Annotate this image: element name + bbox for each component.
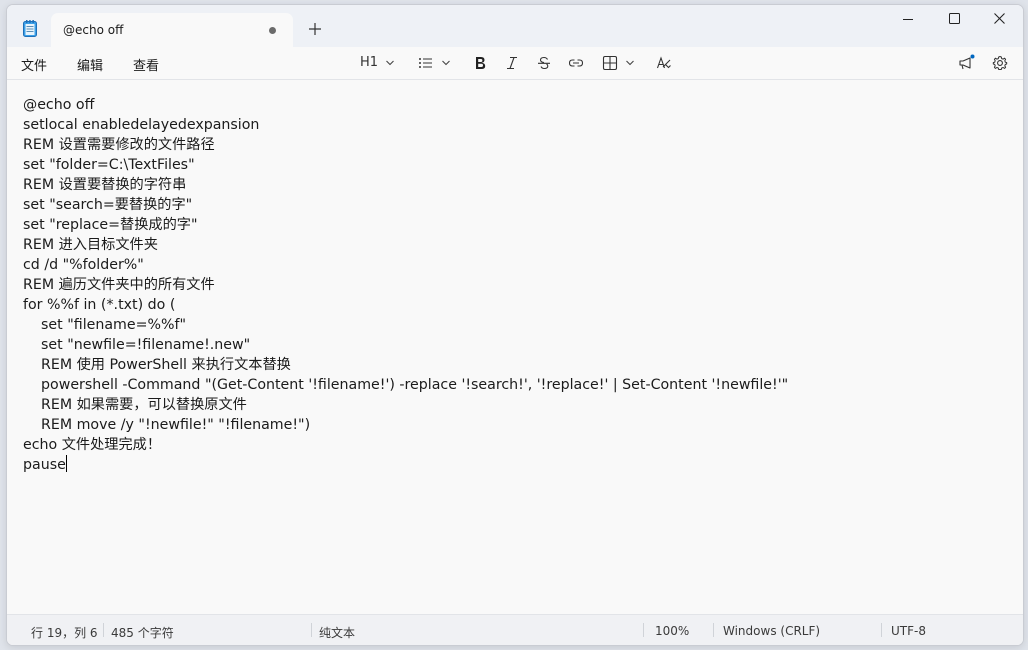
editor-line: cd /d "%folder%" — [23, 255, 1003, 275]
editor-line-text: @echo off — [23, 97, 95, 113]
editor-line: setlocal enabledelayedexpansion — [23, 115, 1003, 135]
bold-icon — [476, 57, 486, 69]
editor-line: set "filename=%%f" — [23, 315, 1003, 335]
editor-line-text: setlocal enabledelayedexpansion — [23, 117, 260, 133]
text-format: 纯文本 — [319, 626, 356, 640]
editor-line: set "replace=替换成的字" — [23, 215, 1003, 235]
link-button[interactable] — [565, 52, 587, 74]
editor-line: REM 进入目标文件夹 — [23, 235, 1003, 255]
editor-line: set "newfile=!filename!.new" — [23, 335, 1003, 355]
editor-line-text: pause — [23, 457, 66, 473]
maximize-icon — [949, 13, 960, 24]
gear-icon — [992, 56, 1008, 70]
unsaved-dot-icon[interactable] — [269, 27, 276, 34]
whats-new-button[interactable] — [955, 52, 977, 74]
editor-line-text: echo 文件处理完成！ — [23, 437, 162, 453]
status-separator — [881, 623, 882, 637]
editor-line-text: set "filename=%%f" — [23, 317, 186, 333]
editor-line-text: REM 设置要替换的字符串 — [23, 177, 187, 193]
editor-line-text: REM move /y "!newfile!" "!filename!") — [23, 417, 311, 433]
editor-line-text: set "folder=C:\TextFiles" — [23, 157, 195, 173]
notepad-window: @echo off 文件 编辑 查看 H1 @echo off setlocal… — [6, 4, 1024, 646]
line-ending[interactable]: Windows (CRLF) — [723, 624, 820, 638]
editor-line-text: REM 使用 PowerShell 来执行文本替换 — [23, 357, 291, 373]
clear-formatting-button[interactable] — [653, 52, 675, 74]
editor-line: REM 设置要替换的字符串 — [23, 175, 1003, 195]
editor-line: echo 文件处理完成！ — [23, 435, 1003, 455]
editor-line-text: set "replace=替换成的字" — [23, 217, 198, 233]
megaphone-icon — [959, 54, 975, 70]
strikethrough-icon — [538, 56, 550, 70]
text-caret — [65, 455, 67, 472]
editor-line: REM 遍历文件夹中的所有文件 — [23, 275, 1003, 295]
status-separator — [103, 623, 104, 637]
toolbar-divider — [7, 79, 1023, 80]
text-editor[interactable]: @echo off setlocal enabledelayedexpansion… — [23, 95, 1003, 609]
heading-label: H1 — [360, 55, 379, 70]
new-tab-button[interactable] — [305, 19, 325, 39]
editor-line: set "search=要替换的字" — [23, 195, 1003, 215]
minimize-icon — [903, 19, 913, 20]
editor-line: REM 设置需要修改的文件路径 — [23, 135, 1003, 155]
chevron-down-icon — [386, 60, 394, 66]
zoom-level[interactable]: 100% — [655, 624, 689, 638]
menu-edit[interactable]: 编辑 — [77, 55, 103, 74]
editor-line-text: cd /d "%folder%" — [23, 257, 144, 273]
cursor-position: 行 19，列 6 — [31, 626, 98, 640]
editor-line: REM 使用 PowerShell 来执行文本替换 — [23, 355, 1003, 375]
editor-line-text: set "search=要替换的字" — [23, 197, 193, 213]
editor-line: for %%f in (*.txt) do ( — [23, 295, 1003, 315]
bold-button[interactable] — [469, 52, 491, 74]
menu-file[interactable]: 文件 — [21, 55, 47, 74]
editor-line: REM move /y "!newfile!" "!filename!") — [23, 415, 1003, 435]
editor-line-text: REM 遍历文件夹中的所有文件 — [23, 277, 215, 293]
status-separator — [643, 623, 644, 637]
editor-line: set "folder=C:\TextFiles" — [23, 155, 1003, 175]
editor-line-text: REM 如果需要，可以替换原文件 — [23, 397, 247, 413]
status-separator — [713, 623, 714, 637]
editor-line-text: REM 设置需要修改的文件路径 — [23, 137, 215, 153]
editor-line: powershell -Command "(Get-Content '!file… — [23, 375, 1003, 395]
editor-line-text: for %%f in (*.txt) do ( — [23, 297, 176, 313]
editor-line-text: set "newfile=!filename!.new" — [23, 337, 251, 353]
editor-line-text: REM 进入目标文件夹 — [23, 237, 158, 253]
minimize-button[interactable] — [885, 5, 931, 35]
status-separator — [311, 623, 312, 637]
tab-document[interactable]: @echo off — [51, 13, 293, 47]
italic-icon — [507, 56, 517, 70]
clear-formatting-icon — [656, 56, 671, 69]
notepad-app-icon — [23, 20, 37, 37]
editor-line: REM 如果需要，可以替换原文件 — [23, 395, 1003, 415]
chevron-down-icon — [626, 60, 634, 66]
heading-dropdown[interactable]: H1 — [357, 52, 397, 74]
title-bar: @echo off — [7, 5, 1023, 47]
encoding[interactable]: UTF-8 — [891, 624, 926, 638]
list-dropdown[interactable] — [415, 52, 453, 74]
strikethrough-button[interactable] — [533, 52, 555, 74]
close-icon — [994, 13, 1005, 24]
table-icon — [602, 55, 618, 71]
menu-view[interactable]: 查看 — [133, 55, 159, 74]
character-count: 485 个字符 — [111, 626, 174, 640]
bulleted-list-icon — [419, 58, 432, 68]
close-button[interactable] — [977, 5, 1023, 35]
maximize-button[interactable] — [931, 5, 977, 35]
editor-line: @echo off — [23, 95, 1003, 115]
link-icon — [568, 59, 584, 67]
editor-line: pause — [23, 455, 1003, 475]
chevron-down-icon — [442, 60, 450, 66]
status-bar: 行 19，列 6 485 个字符 纯文本 100% Windows (CRLF)… — [7, 614, 1023, 645]
table-dropdown[interactable] — [599, 52, 637, 74]
plus-icon — [309, 23, 321, 35]
menu-toolbar: 文件 编辑 查看 H1 — [7, 47, 1023, 79]
italic-button[interactable] — [501, 52, 523, 74]
editor-line-text: powershell -Command "(Get-Content '!file… — [23, 377, 789, 393]
tab-title: @echo off — [63, 23, 124, 37]
settings-button[interactable] — [989, 52, 1011, 74]
